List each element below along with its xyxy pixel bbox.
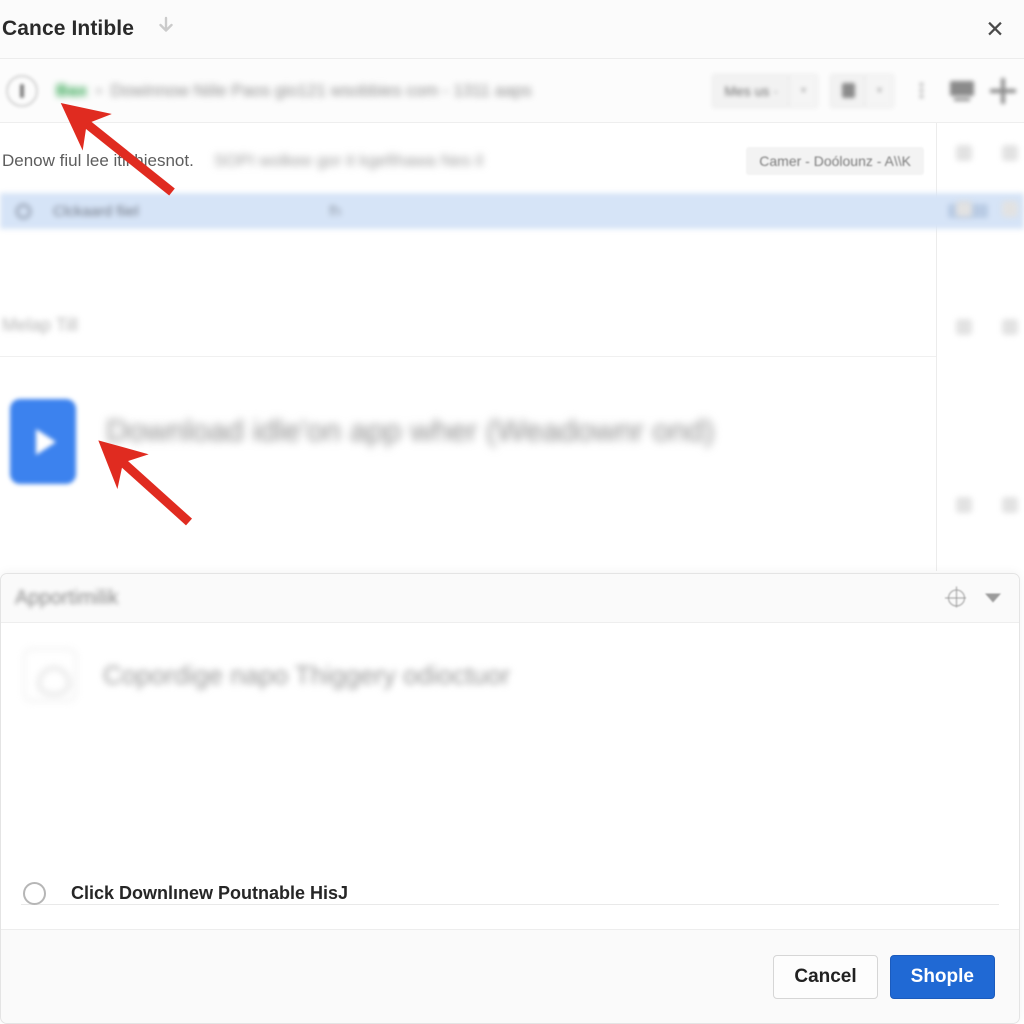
app-dialog: Apportimilik Copordige napo Thiggery odi… <box>0 573 1020 1024</box>
secure-label: Bax <box>56 80 88 100</box>
list-item-selected[interactable]: Clckaard fiiel fh <box>0 193 1024 229</box>
list-item-label: Clckaard fiiel <box>53 202 139 220</box>
note-row: Denow fiul lee itii hiesnot. SOPI wolkee… <box>0 135 936 187</box>
content-divider <box>936 123 937 571</box>
media-card[interactable]: Download idle'on app wher (Weadownr ond) <box>0 367 936 571</box>
row-actions-1[interactable] <box>956 145 1018 161</box>
dialog-header: Apportimilik <box>1 574 1019 623</box>
row-actions-2[interactable] <box>956 201 1018 217</box>
section-label: Melap Till <box>2 315 79 335</box>
radio-unselected-icon[interactable] <box>23 882 46 905</box>
drive-option-label: Copordige napo Thiggery odioctuor <box>103 659 511 690</box>
chevron-down-icon[interactable]: ▾ <box>790 73 818 108</box>
record-circle-icon <box>16 203 31 219</box>
account-chip-label[interactable]: Mes us · <box>712 73 790 108</box>
right-icon-column <box>952 123 1024 571</box>
drive-option[interactable]: Copordige napo Thiggery odioctuor <box>23 648 510 702</box>
note-secondary-text: SOPI wolkee gor it kgefihawa Nes il <box>213 151 484 170</box>
address-bar[interactable]: Bax • Dowinnow Niile Paos gio121 wsobbie… <box>56 81 532 101</box>
screen-cast-icon[interactable] <box>950 80 974 101</box>
status-badge[interactable]: Camer - Doólounz - A\\K <box>746 147 924 175</box>
confirm-button[interactable]: Shople <box>889 954 995 999</box>
page-title: Cance Intible <box>2 17 134 40</box>
row-actions-3[interactable] <box>956 319 1018 335</box>
info-circle-icon[interactable] <box>6 74 38 107</box>
cancel-button[interactable]: Cancel <box>773 954 878 999</box>
caret-down-icon[interactable] <box>985 593 1001 603</box>
radio-row[interactable]: Click Downlınew Poutnable HisJ <box>1 856 1019 931</box>
row-actions-4[interactable] <box>956 497 1018 513</box>
delete-group[interactable]: ▾ <box>830 73 894 108</box>
dialog-title: Apportimilik <box>15 586 119 609</box>
window-titlebar: Cance Intible ✕ <box>0 0 1024 59</box>
trash-icon[interactable] <box>830 73 866 108</box>
plus-icon[interactable] <box>990 77 1016 104</box>
url-separator: • <box>96 82 102 100</box>
section-divider <box>0 356 936 357</box>
toolbar-actions: Mes us · ▾ ▾ <box>712 73 1016 108</box>
download-arrow-icon[interactable] <box>156 16 176 43</box>
media-title: Download idle'on app wher (Weadownr ond) <box>106 413 715 448</box>
kebab-menu-icon[interactable] <box>908 83 934 98</box>
account-chip-group[interactable]: Mes us · ▾ <box>712 73 818 108</box>
chevron-down-icon-2[interactable]: ▾ <box>866 73 894 108</box>
dialog-footer: Cancel Shople <box>1 929 1019 1023</box>
close-icon[interactable]: ✕ <box>978 12 1012 46</box>
list-item-middle: fh <box>328 202 342 220</box>
browser-toolbar: Bax • Dowinnow Niile Paos gio121 wsobbie… <box>0 59 1024 123</box>
dialog-header-actions <box>945 586 1001 608</box>
cloud-drive-icon <box>23 648 77 702</box>
target-crosshair-icon[interactable] <box>945 586 966 608</box>
play-button-icon[interactable] <box>10 399 76 484</box>
note-text: Denow fiul lee itii hiesnot. <box>2 151 194 170</box>
content-area: Denow fiul lee itii hiesnot. SOPI wolkee… <box>0 123 1024 571</box>
url-text: Dowinnow Niile Paos gio121 wsobbies com … <box>110 80 532 100</box>
radio-label: Click Downlınew Poutnable HisJ <box>71 883 349 903</box>
screenshot-root: Cance Intible ✕ Bax • Dowinnow Niile Pao… <box>0 0 1024 1024</box>
